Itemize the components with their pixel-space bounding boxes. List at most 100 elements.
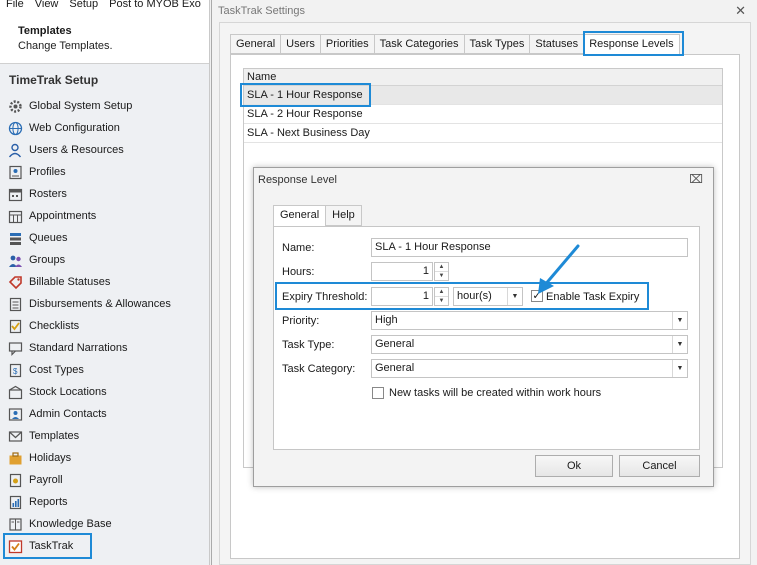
close-icon[interactable]: ⌧ — [689, 172, 703, 186]
setup-nav: Global System Setup Web Configuration User… — [0, 95, 209, 557]
sidebar-item-global-system-setup[interactable]: Global System Setup — [0, 95, 209, 117]
sidebar-item-templates[interactable]: Templates — [0, 425, 209, 447]
suitcase-icon — [9, 451, 22, 464]
task-category-label: Task Category: — [282, 363, 356, 375]
sidebar-item-label: Disbursements & Allowances — [29, 298, 171, 310]
sidebar-item-knowledge-base[interactable]: Knowledge Base — [0, 513, 209, 535]
location-icon — [8, 385, 23, 399]
expiry-unit-select[interactable]: hour(s) ▼ — [453, 287, 523, 306]
sidebar-item-web-configuration[interactable]: Web Configuration — [0, 117, 209, 139]
expiry-unit-value: hour(s) — [457, 290, 492, 302]
sidebar-item-billable-statuses[interactable]: Billable Statuses — [0, 271, 209, 293]
sidebar-item-label: Templates — [29, 430, 80, 442]
tab-general[interactable]: General — [273, 205, 326, 226]
hours-label: Hours: — [282, 266, 315, 278]
tab-priorities[interactable]: Priorities — [319, 34, 374, 54]
svg-text:$: $ — [13, 367, 18, 376]
setup-title: TimeTrak Setup — [9, 73, 99, 87]
tab-statuses[interactable]: Statuses — [529, 34, 584, 54]
sidebar-item-stock-locations[interactable]: Stock Locations — [0, 381, 209, 403]
task-type-value: General — [375, 338, 415, 350]
section-title: Templates — [18, 25, 72, 37]
sidebar-item-tasktrak[interactable]: TaskTrak — [0, 535, 209, 557]
sidebar-item-profiles[interactable]: Profiles — [0, 161, 209, 183]
chevron-down-icon[interactable]: ▼ — [672, 336, 687, 353]
sidebar-item-label: Appointments — [29, 210, 97, 222]
work-hours-label[interactable]: New tasks will be created within work ho… — [389, 387, 601, 399]
sidebar-item-checklists[interactable]: Checklists — [0, 315, 209, 337]
chevron-up-icon[interactable]: ▲ — [435, 288, 448, 297]
setup-sidebar: File View Setup Post to MYOB Exo Templat… — [0, 0, 210, 565]
chevron-down-icon[interactable]: ▼ — [672, 360, 687, 377]
sidebar-item-label: Holidays — [29, 452, 72, 464]
sidebar-item-label: Profiles — [29, 166, 66, 178]
book-icon — [9, 517, 22, 531]
list-item[interactable]: SLA - Next Business Day — [244, 124, 722, 143]
sidebar-item-admin-contacts[interactable]: Admin Contacts — [0, 403, 209, 425]
sidebar-item-label: Cost Types — [29, 364, 84, 376]
task-category-select[interactable]: General ▼ — [371, 359, 688, 378]
close-icon[interactable]: ✕ — [735, 3, 746, 19]
sidebar-item-payroll[interactable]: Payroll — [0, 469, 209, 491]
payroll-icon — [9, 473, 22, 487]
chevron-down-icon[interactable]: ▼ — [672, 312, 687, 329]
tasktrak-icon — [8, 539, 23, 553]
tab-help[interactable]: Help — [325, 205, 362, 226]
tab-general[interactable]: General — [230, 34, 281, 54]
sidebar-item-label: Global System Setup — [29, 100, 133, 112]
sidebar-item-standard-narrations[interactable]: Standard Narrations — [0, 337, 209, 359]
chevron-down-icon[interactable]: ▼ — [435, 272, 448, 281]
sidebar-item-label: Billable Statuses — [29, 276, 111, 288]
cancel-button[interactable]: Cancel — [619, 455, 700, 477]
sidebar-item-label: Groups — [29, 254, 66, 266]
sidebar-item-rosters[interactable]: Rosters — [0, 183, 209, 205]
list-item[interactable]: SLA - 1 Hour Response — [244, 86, 722, 105]
sidebar-item-disbursements-allowances[interactable]: Disbursements & Allowances — [0, 293, 209, 315]
menu-post-to-myob[interactable]: Post to MYOB Exo — [109, 0, 201, 14]
priority-value: High — [375, 314, 398, 326]
ok-button[interactable]: Ok — [535, 455, 613, 477]
priority-select[interactable]: High ▼ — [371, 311, 688, 330]
list-item[interactable]: SLA - 2 Hour Response — [244, 105, 722, 124]
queue-icon — [10, 232, 21, 245]
expiry-threshold-stepper[interactable]: ▲ ▼ — [434, 287, 449, 306]
menu-setup[interactable]: Setup — [69, 0, 98, 14]
sidebar-item-appointments[interactable]: Appointments — [0, 205, 209, 227]
users-icon — [8, 143, 22, 157]
response-level-dialog: Response Level ⌧ General Help Name: SLA … — [253, 167, 714, 487]
chevron-down-icon[interactable]: ▼ — [435, 297, 448, 306]
contact-icon — [8, 407, 23, 421]
section-subtitle: Change Templates. — [18, 40, 113, 52]
task-type-select[interactable]: General ▼ — [371, 335, 688, 354]
name-label: Name: — [282, 242, 315, 254]
sidebar-item-label: Standard Narrations — [29, 342, 128, 354]
tab-task-types[interactable]: Task Types — [463, 34, 530, 54]
section-header: Templates Change Templates. — [0, 14, 209, 64]
tag-icon — [8, 275, 22, 289]
sidebar-item-users-resources[interactable]: Users & Resources — [0, 139, 209, 161]
sidebar-item-label: Stock Locations — [29, 386, 107, 398]
chevron-up-icon[interactable]: ▲ — [435, 263, 448, 272]
chevron-down-icon[interactable]: ▼ — [507, 288, 522, 305]
tab-response-levels[interactable]: Response Levels — [583, 34, 680, 55]
expiry-threshold-input[interactable]: 1 — [371, 287, 433, 306]
settings-tabs: General Users Priorities Task Categories… — [230, 34, 680, 55]
sidebar-item-queues[interactable]: Queues — [0, 227, 209, 249]
sidebar-item-reports[interactable]: Reports — [0, 491, 209, 513]
hours-stepper[interactable]: ▲ ▼ — [434, 262, 449, 281]
menu-file[interactable]: File — [6, 0, 24, 14]
sidebar-item-cost-types[interactable]: $ Cost Types — [0, 359, 209, 381]
hours-input[interactable]: 1 — [371, 262, 433, 281]
sidebar-item-groups[interactable]: Groups — [0, 249, 209, 271]
menu-view[interactable]: View — [35, 0, 59, 14]
sidebar-item-label: Users & Resources — [29, 144, 124, 156]
tab-task-categories[interactable]: Task Categories — [373, 34, 464, 54]
sidebar-item-label: Checklists — [29, 320, 80, 332]
sidebar-item-holidays[interactable]: Holidays — [0, 447, 209, 469]
work-hours-checkbox[interactable] — [372, 387, 384, 399]
sidebar-item-label: Admin Contacts — [29, 408, 107, 420]
sidebar-item-label: TaskTrak — [29, 540, 74, 552]
column-header-name[interactable]: Name — [244, 69, 722, 86]
tab-users[interactable]: Users — [280, 34, 320, 54]
sidebar-item-label: Queues — [29, 232, 68, 244]
